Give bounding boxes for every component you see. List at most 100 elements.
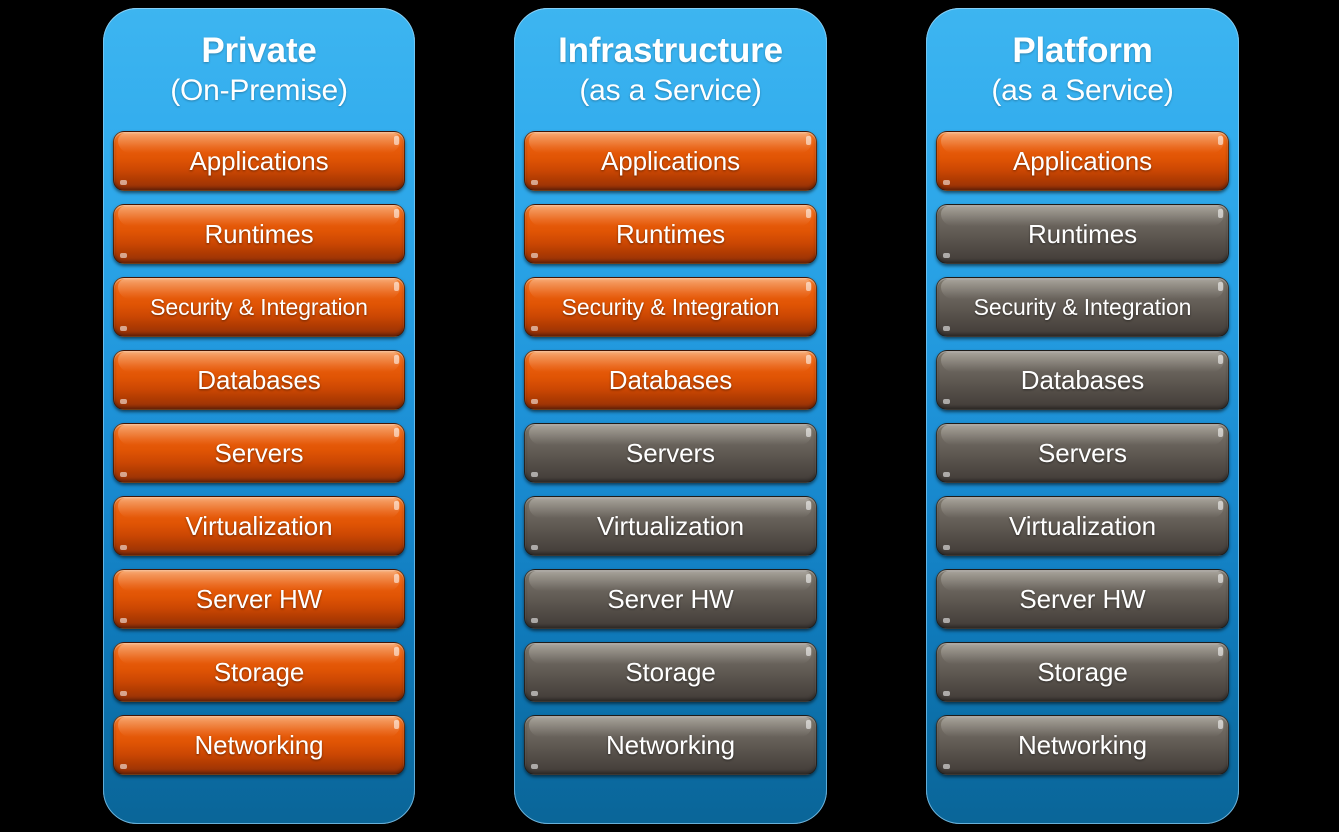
layer-bar-label: Virtualization	[597, 511, 744, 541]
bevel-highlight-left-icon	[120, 472, 127, 477]
bevel-highlight-right-icon	[1218, 574, 1223, 583]
column-heading: Infrastructure (as a Service)	[514, 30, 827, 110]
layer-bar-label: Databases	[1020, 365, 1145, 395]
layer-stack: Applications Runtimes Security & Integra…	[113, 131, 405, 775]
bevel-highlight-right-icon	[1218, 355, 1223, 364]
layer-bar-label: Applications	[1013, 146, 1152, 176]
layer-stack: Applications Runtimes Security & Integra…	[524, 131, 817, 775]
bevel-highlight-left-icon	[531, 618, 538, 623]
layer-bar-label: Server HW	[1019, 584, 1146, 614]
bevel-highlight-right-icon	[1218, 428, 1223, 437]
bevel-highlight-left-icon	[120, 253, 127, 258]
bevel-highlight-right-icon	[1218, 282, 1223, 291]
layer-bar-label: Virtualization	[1009, 511, 1156, 541]
bevel-highlight-right-icon	[1218, 720, 1223, 729]
layer-bar-networking[interactable]: Networking	[113, 715, 405, 775]
bevel-highlight-right-icon	[806, 282, 811, 291]
bevel-highlight-left-icon	[120, 691, 127, 696]
bevel-highlight-right-icon	[394, 209, 399, 218]
bevel-highlight-right-icon	[394, 647, 399, 656]
layer-bar-label: Applications	[189, 146, 329, 176]
bevel-highlight-left-icon	[943, 618, 950, 623]
layer-bar-databases[interactable]: Databases	[113, 350, 405, 410]
bevel-highlight-left-icon	[531, 253, 538, 258]
bevel-highlight-left-icon	[120, 618, 127, 623]
bevel-highlight-right-icon	[394, 282, 399, 291]
bevel-highlight-right-icon	[806, 355, 811, 364]
bevel-highlight-right-icon	[806, 428, 811, 437]
layer-bar-label: Storage	[625, 657, 716, 687]
column-title-secondary: (On-Premise)	[170, 74, 348, 107]
bevel-highlight-left-icon	[943, 545, 950, 550]
layer-bar-label: Security & Integration	[973, 294, 1192, 320]
layer-bar-label: Server HW	[195, 584, 323, 614]
layer-bar-label: Networking	[1017, 730, 1148, 760]
bevel-highlight-right-icon	[1218, 209, 1223, 218]
bevel-highlight-right-icon	[1218, 501, 1223, 510]
bevel-highlight-right-icon	[806, 136, 811, 145]
layer-bar-databases[interactable]: Databases	[936, 350, 1229, 410]
bevel-highlight-left-icon	[531, 180, 538, 185]
layer-bar-runtimes[interactable]: Runtimes	[113, 204, 405, 264]
layer-bar-networking[interactable]: Networking	[936, 715, 1229, 775]
layer-bar-networking[interactable]: Networking	[524, 715, 817, 775]
layer-bar-databases[interactable]: Databases	[524, 350, 817, 410]
column-heading: Platform (as a Service)	[926, 30, 1239, 110]
layer-bar-label: Runtimes	[615, 219, 725, 249]
layer-bar-label: Virtualization	[185, 511, 333, 541]
bevel-highlight-left-icon	[943, 326, 950, 331]
bevel-highlight-left-icon	[943, 399, 950, 404]
layer-bar-runtimes[interactable]: Runtimes	[936, 204, 1229, 264]
layer-bar-virtualization[interactable]: Virtualization	[113, 496, 405, 556]
layer-bar-applications[interactable]: Applications	[113, 131, 405, 191]
layer-bar-applications[interactable]: Applications	[936, 131, 1229, 191]
layer-bar-storage[interactable]: Storage	[936, 642, 1229, 702]
layer-bar-servers[interactable]: Servers	[936, 423, 1229, 483]
layer-stack: Applications Runtimes Security & Integra…	[936, 131, 1229, 775]
bevel-highlight-left-icon	[120, 545, 127, 550]
bevel-highlight-left-icon	[531, 326, 538, 331]
layer-bar-server-hw[interactable]: Server HW	[936, 569, 1229, 629]
layer-bar-label: Storage	[213, 657, 305, 687]
layer-bar-virtualization[interactable]: Virtualization	[524, 496, 817, 556]
column-title-primary: Infrastructure	[558, 31, 783, 70]
layer-bar-runtimes[interactable]: Runtimes	[524, 204, 817, 264]
layer-bar-applications[interactable]: Applications	[524, 131, 817, 191]
layer-bar-security-integration[interactable]: Security & Integration	[524, 277, 817, 337]
bevel-highlight-right-icon	[806, 647, 811, 656]
layer-bar-label: Servers	[1038, 438, 1127, 468]
layer-bar-label: Storage	[1037, 657, 1128, 687]
bevel-highlight-left-icon	[120, 180, 127, 185]
bevel-highlight-left-icon	[943, 764, 950, 769]
column-private-on-premise: Private (On-Premise) Applications Runtim…	[103, 8, 415, 824]
layer-bar-label: Networking	[194, 730, 324, 760]
layer-bar-security-integration[interactable]: Security & Integration	[936, 277, 1229, 337]
layer-bar-storage[interactable]: Storage	[113, 642, 405, 702]
layer-bar-server-hw[interactable]: Server HW	[524, 569, 817, 629]
bevel-highlight-left-icon	[943, 472, 950, 477]
column-title-primary: Private	[201, 31, 317, 70]
layer-bar-servers[interactable]: Servers	[113, 423, 405, 483]
layer-bar-virtualization[interactable]: Virtualization	[936, 496, 1229, 556]
bevel-highlight-right-icon	[1218, 136, 1223, 145]
bevel-highlight-left-icon	[531, 764, 538, 769]
bevel-highlight-left-icon	[120, 399, 127, 404]
bevel-highlight-left-icon	[943, 691, 950, 696]
bevel-highlight-left-icon	[531, 545, 538, 550]
bevel-highlight-right-icon	[394, 720, 399, 729]
layer-bar-label: Security & Integration	[150, 294, 368, 320]
bevel-highlight-left-icon	[531, 691, 538, 696]
bevel-highlight-left-icon	[120, 326, 127, 331]
layer-bar-security-integration[interactable]: Security & Integration	[113, 277, 405, 337]
bevel-highlight-right-icon	[806, 574, 811, 583]
layer-bar-storage[interactable]: Storage	[524, 642, 817, 702]
bevel-highlight-right-icon	[806, 209, 811, 218]
layer-bar-servers[interactable]: Servers	[524, 423, 817, 483]
layer-bar-label: Security & Integration	[561, 294, 780, 320]
layer-bar-label: Runtimes	[204, 219, 314, 249]
layer-bar-label: Networking	[605, 730, 736, 760]
column-platform-as-a-service: Platform (as a Service) Applications Run…	[926, 8, 1239, 824]
bevel-highlight-right-icon	[806, 720, 811, 729]
layer-bar-server-hw[interactable]: Server HW	[113, 569, 405, 629]
bevel-highlight-left-icon	[531, 399, 538, 404]
